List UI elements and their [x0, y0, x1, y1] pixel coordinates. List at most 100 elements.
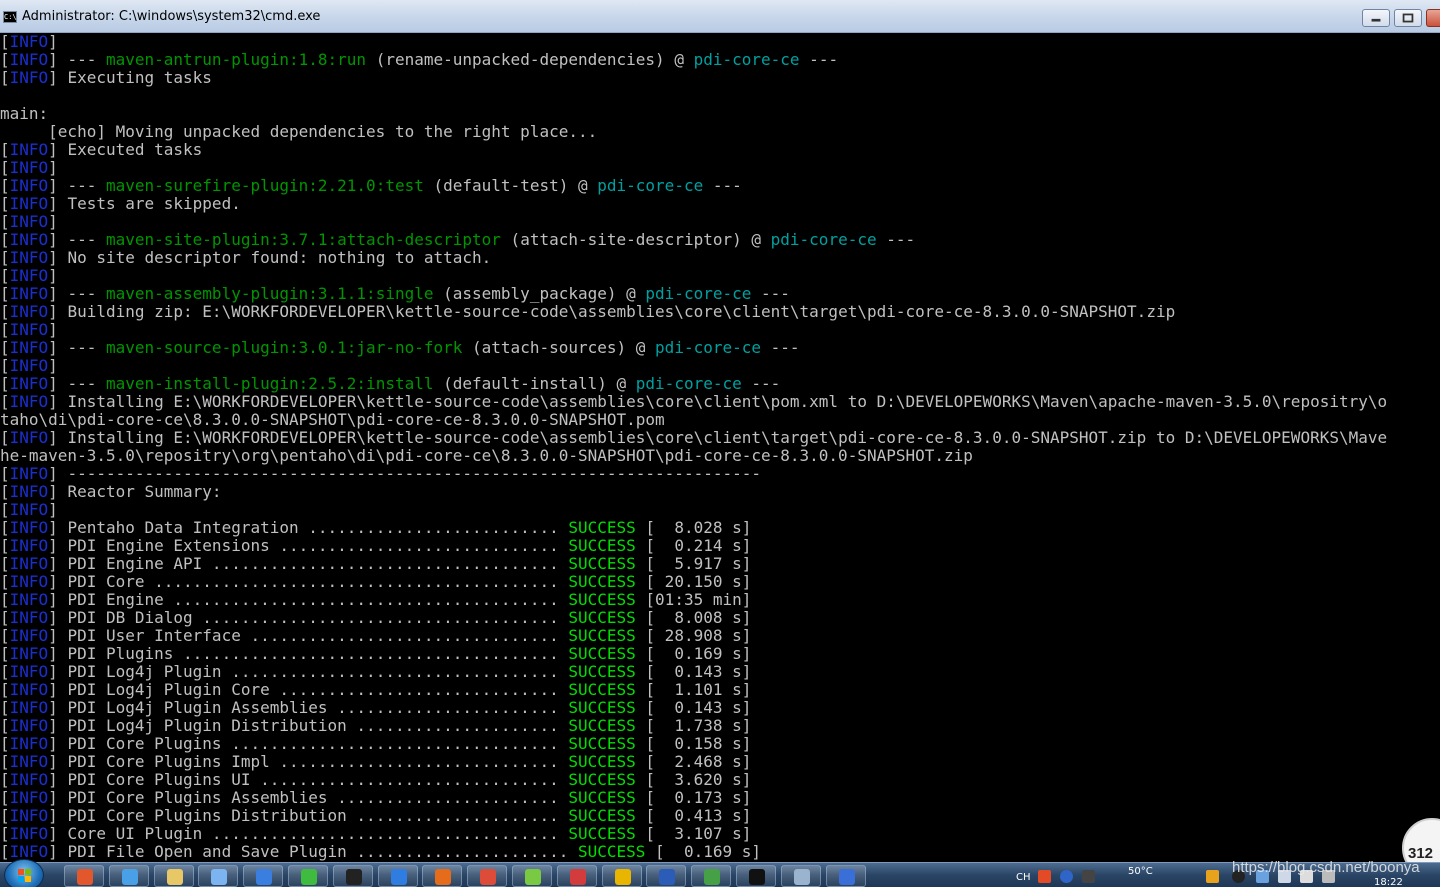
console-text: ] PDI Log4j Plugin Core ................… — [48, 680, 569, 699]
clock[interactable]: 18:22 — [1374, 877, 1403, 887]
success-status: SUCCESS — [568, 788, 636, 807]
language-indicator[interactable]: CH — [1016, 872, 1031, 883]
log-level-tag: INFO — [9, 320, 49, 339]
console-text: [ — [0, 770, 10, 789]
console-text: [ — [0, 68, 10, 87]
console-text: [ — [0, 716, 10, 735]
log-level-tag: INFO — [9, 572, 49, 591]
console-text: ] --- — [48, 176, 106, 195]
minimize-button[interactable] — [1362, 9, 1390, 27]
console-line: [INFO] Executed tasks — [0, 141, 1440, 159]
console-line: [INFO] PDI Core Plugins Distribution ...… — [0, 807, 1440, 825]
log-level-tag: INFO — [9, 662, 49, 681]
console-text: [ — [0, 590, 10, 609]
console-line: [INFO] PDI Log4j Plugin Core ...........… — [0, 681, 1440, 699]
console-text: ] Tests are skipped. — [48, 194, 241, 213]
console-text: [ 3.620 s] — [635, 770, 752, 789]
console-output[interactable]: [INFO] [INFO] --- maven-antrun-plugin:1.8… — [0, 33, 1440, 862]
ppt-taskbar-item[interactable] — [64, 865, 104, 887]
console-text: --- — [761, 338, 800, 357]
feather-taskbar-item[interactable] — [243, 865, 283, 887]
maximize-button[interactable] — [1394, 9, 1422, 27]
console-line: [INFO] PDI File Open and Save Plugin ...… — [0, 843, 1440, 861]
app-taskbar-item-4[interactable] — [691, 865, 731, 887]
windows-flag-icon — [18, 869, 31, 882]
console-text: [ 8.028 s] — [635, 518, 752, 537]
console-line: [INFO] --- maven-surefire-plugin:2.21.0:… — [0, 177, 1440, 195]
success-status: SUCCESS — [568, 554, 636, 573]
chrome-taskbar-item[interactable] — [467, 865, 507, 887]
console-text: ] Installing E:\WORKFORDEVELOPER\kettle-… — [48, 428, 1388, 447]
console-right-edge — [1432, 33, 1440, 862]
app-taskbar-item-3[interactable] — [602, 865, 642, 887]
log-level-tag: INFO — [9, 716, 49, 735]
console-text: [ — [0, 194, 10, 213]
app-taskbar-item-1[interactable] — [512, 865, 552, 887]
chat-icon — [301, 869, 317, 885]
success-status: SUCCESS — [568, 752, 636, 771]
app-icon — [615, 869, 631, 885]
console-line: main: — [0, 105, 1440, 123]
console-text: [ — [0, 752, 10, 771]
console-line: [INFO] Pentaho Data Integration ........… — [0, 519, 1440, 537]
network-icon — [211, 869, 227, 885]
console-text: ] PDI File Open and Save Plugin ........… — [48, 842, 578, 861]
word-taskbar-item[interactable] — [646, 865, 686, 887]
console-line: [INFO] PDI Engine ......................… — [0, 591, 1440, 609]
qq-taskbar-item[interactable] — [333, 865, 373, 887]
console-text: [ 2.468 s] — [635, 752, 752, 771]
app-taskbar-item-5[interactable] — [781, 865, 821, 887]
log-level-tag: INFO — [9, 158, 49, 177]
log-level-tag: INFO — [9, 50, 49, 69]
folder-icon — [122, 869, 138, 885]
log-level-tag: INFO — [9, 266, 49, 285]
chrome-icon — [480, 869, 496, 885]
help-icon[interactable] — [1060, 870, 1073, 883]
console-text: [ 3.107 s] — [635, 824, 752, 843]
app-taskbar-item-2[interactable] — [557, 865, 597, 887]
console-text: [ — [0, 464, 10, 483]
keyboard-icon[interactable] — [1082, 870, 1095, 883]
console-text: [ — [0, 536, 10, 555]
console-text: ] PDI DB Dialog ........................… — [48, 608, 569, 627]
log-level-tag: INFO — [9, 500, 49, 519]
console-text: ] PDI Core Plugins Distribution ........… — [48, 806, 569, 825]
restore-icon — [1402, 13, 1414, 23]
ie-taskbar-item[interactable] — [378, 865, 418, 887]
tray-app-icon[interactable] — [1206, 870, 1219, 883]
start-button[interactable] — [4, 859, 44, 887]
console-text: [ — [0, 698, 10, 717]
console-text: [ — [0, 500, 10, 519]
console-text: (rename-unpacked-dependencies) @ — [366, 50, 694, 69]
app-icon — [794, 869, 810, 885]
console-text: ] PDI Core Plugins UI ..................… — [48, 770, 569, 789]
window-titlebar[interactable]: C:\ Administrator: C:\windows\system32\c… — [0, 0, 1440, 33]
log-level-tag: INFO — [9, 68, 49, 87]
close-button[interactable] — [1426, 9, 1440, 27]
wechat-taskbar-item[interactable] — [288, 865, 328, 887]
success-status: SUCCESS — [568, 518, 636, 537]
console-text: [ — [0, 680, 10, 699]
console-text: [ — [0, 482, 10, 501]
network-taskbar-item[interactable] — [198, 865, 238, 887]
console-text: [ 0.169 s] — [645, 842, 762, 861]
log-level-tag: INFO — [9, 770, 49, 789]
console-line: [INFO] — [0, 33, 1440, 51]
explorer-taskbar-item-1[interactable] — [109, 865, 149, 887]
console-text: he-maven-3.5.0\repositry\org\pentaho\di\… — [0, 446, 973, 465]
console-line: [INFO] PDI Log4j Plugin Distribution ...… — [0, 717, 1440, 735]
plugin-goal: maven-assembly-plugin:3.1.1:single — [105, 284, 434, 303]
console-text: [ — [0, 824, 10, 843]
console-text: --- — [876, 230, 916, 249]
console-text: --- — [703, 176, 742, 195]
console-text: [ — [0, 33, 10, 51]
console-text: ] --- — [48, 374, 106, 393]
app-taskbar-item-6[interactable] — [826, 865, 866, 887]
console-text: [ — [0, 626, 10, 645]
cmd-taskbar-item[interactable] — [736, 865, 776, 887]
explorer-taskbar-item-2[interactable] — [154, 865, 194, 887]
log-level-tag: INFO — [9, 680, 49, 699]
console-text: ] Executing tasks — [48, 68, 212, 87]
firefox-taskbar-item[interactable] — [422, 865, 462, 887]
input-method-icon[interactable] — [1038, 870, 1051, 883]
